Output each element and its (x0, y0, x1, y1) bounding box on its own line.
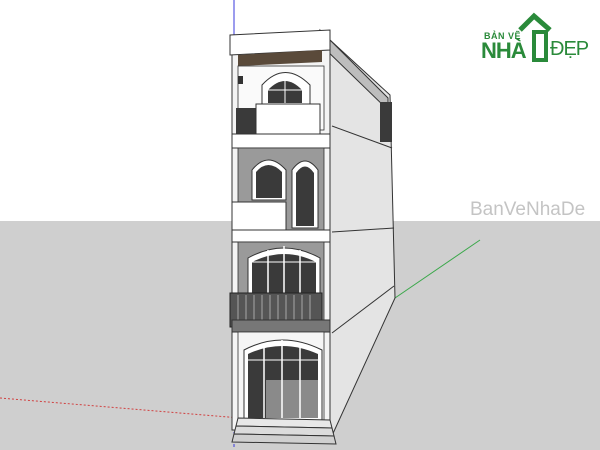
balcony-parapet (255, 103, 321, 135)
floor-slab-2 (231, 229, 331, 243)
floor-slab-3 (231, 133, 331, 149)
logo-right-text: ĐẸP (550, 38, 589, 60)
arch-door[interactable] (296, 166, 314, 227)
planter-box (231, 201, 287, 231)
logo-main-text: NHÀ (481, 38, 527, 63)
watermark-text: BanVeNhaDe (470, 199, 586, 220)
floor-slab-1 (231, 319, 331, 333)
wall-light (238, 76, 243, 84)
sketchup-viewport[interactable]: BẢN VẼ NHÀ ĐẸP BanVeNhaDe (0, 0, 600, 450)
arch-window[interactable] (256, 165, 282, 198)
3d-scene[interactable] (0, 0, 600, 450)
balcony-railing (236, 108, 256, 134)
rear-window (380, 102, 392, 142)
step-3 (231, 433, 337, 445)
entrance-interior (266, 380, 318, 418)
